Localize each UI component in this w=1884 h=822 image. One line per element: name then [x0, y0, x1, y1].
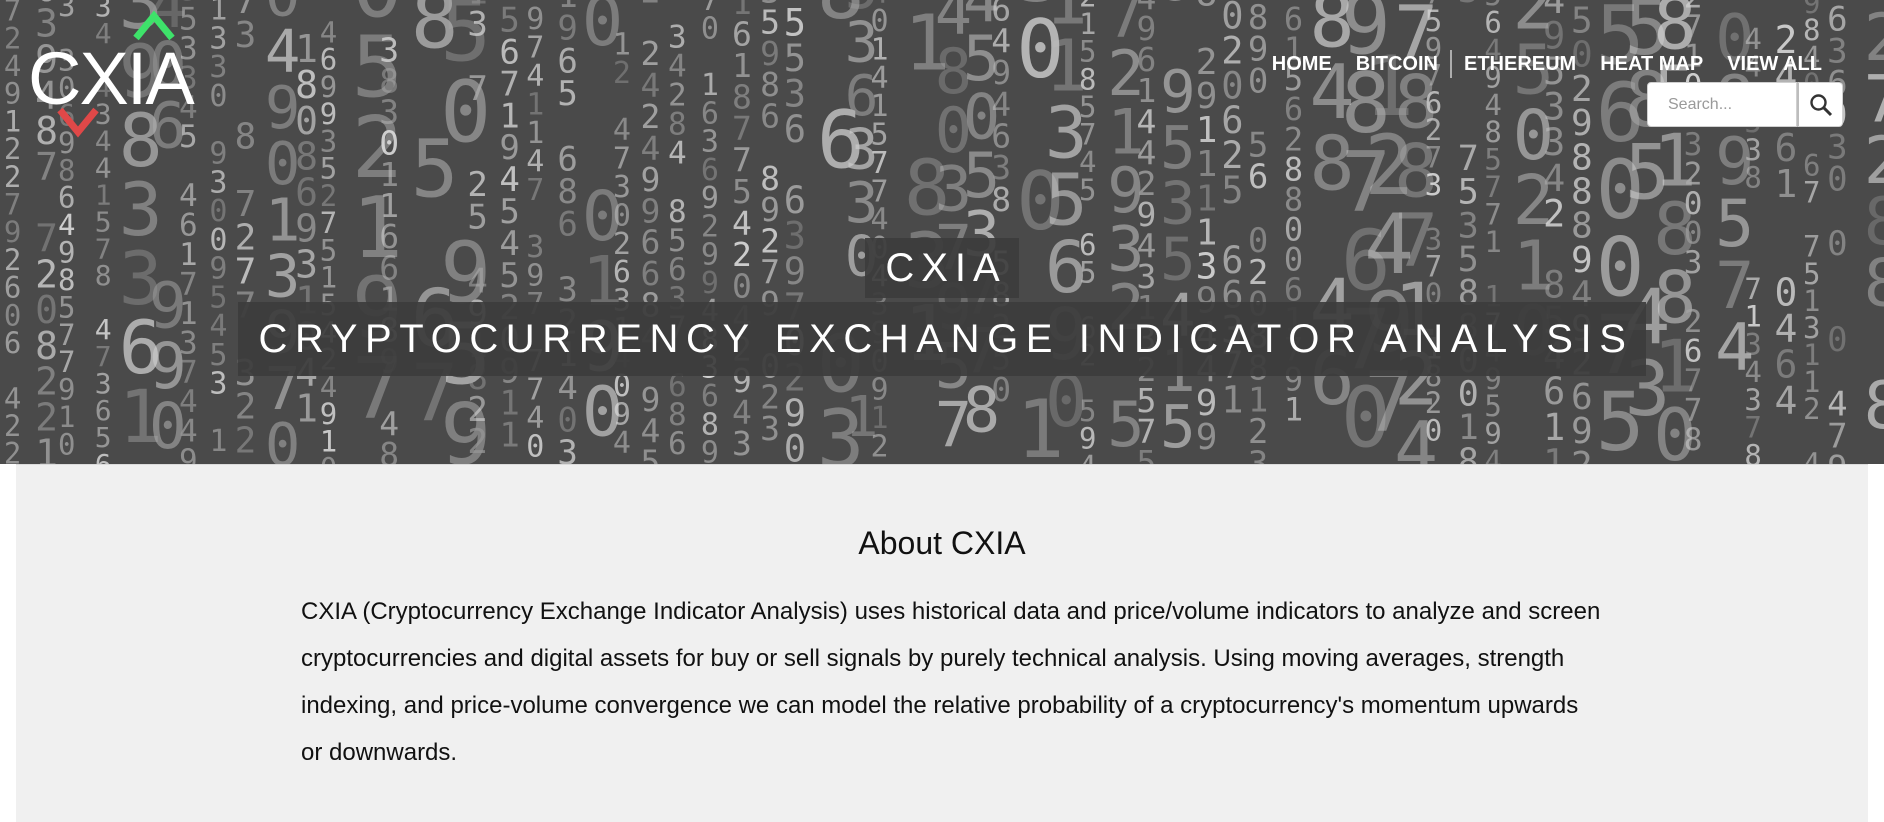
svg-text:6: 6 — [760, 96, 780, 135]
svg-text:9: 9 — [1160, 0, 1196, 14]
svg-text:4: 4 — [1484, 444, 1501, 464]
hero-brand: CXIA — [865, 238, 1019, 298]
svg-text:9: 9 — [613, 0, 631, 6]
svg-text:1: 1 — [209, 424, 227, 459]
nav-home[interactable]: HOME — [1260, 50, 1344, 78]
hero-banner: 8724912279260642203948772082210330698649… — [0, 0, 1884, 464]
svg-text:0: 0 — [526, 430, 544, 464]
search-box — [1647, 82, 1843, 127]
svg-text:8: 8 — [1196, 0, 1218, 15]
search-icon — [1809, 93, 1832, 116]
search-button[interactable] — [1797, 82, 1843, 127]
svg-text:2: 2 — [1543, 192, 1565, 235]
svg-text:8: 8 — [1744, 438, 1761, 464]
svg-text:5: 5 — [1160, 392, 1196, 461]
svg-text:7: 7 — [1803, 176, 1820, 210]
svg-text:3: 3 — [1458, 0, 1479, 11]
svg-text:5: 5 — [1079, 173, 1096, 207]
svg-text:9: 9 — [1196, 417, 1218, 458]
svg-text:0: 0 — [784, 427, 806, 464]
svg-text:5: 5 — [467, 197, 487, 237]
svg-text:2: 2 — [467, 422, 487, 462]
svg-text:2: 2 — [1803, 392, 1820, 426]
svg-text:5: 5 — [1137, 443, 1157, 464]
svg-text:1: 1 — [295, 386, 318, 430]
svg-text:4: 4 — [613, 426, 631, 461]
svg-text:8: 8 — [1864, 369, 1884, 444]
svg-text:0: 0 — [58, 428, 75, 462]
svg-text:1: 1 — [1775, 162, 1798, 206]
svg-text:0: 0 — [320, 452, 337, 465]
svg-text:3: 3 — [760, 409, 780, 448]
svg-text:8: 8 — [235, 116, 257, 157]
svg-text:5: 5 — [1221, 169, 1243, 212]
svg-text:4: 4 — [1775, 379, 1798, 423]
nav-view-all[interactable]: VIEW ALL — [1715, 50, 1834, 78]
svg-text:6: 6 — [784, 108, 806, 151]
search-input[interactable] — [1647, 82, 1797, 127]
svg-text:6: 6 — [668, 426, 687, 462]
svg-text:7: 7 — [467, 69, 487, 109]
svg-text:3: 3 — [1425, 168, 1442, 202]
svg-text:9: 9 — [1827, 449, 1847, 465]
svg-text:0: 0 — [209, 79, 227, 114]
main-nav: HOME BITCOIN ETHEREUM HEAT MAP VIEW ALL — [1260, 50, 1834, 78]
svg-text:2: 2 — [613, 56, 631, 91]
up-arrow-icon — [133, 10, 175, 41]
svg-text:3: 3 — [467, 5, 487, 45]
nav-ethereum[interactable]: ETHEREUM — [1449, 50, 1588, 78]
about-body: CXIA (Cryptocurrency Exchange Indicator … — [301, 598, 1601, 766]
svg-text:3: 3 — [235, 15, 257, 56]
svg-text:0: 0 — [1425, 414, 1442, 448]
svg-text:4: 4 — [1803, 446, 1820, 464]
svg-text:3: 3 — [732, 424, 752, 463]
svg-text:0: 0 — [1827, 160, 1847, 200]
svg-text:3: 3 — [557, 433, 577, 464]
svg-text:2: 2 — [641, 0, 661, 10]
svg-text:1: 1 — [499, 416, 519, 456]
svg-text:5: 5 — [641, 443, 661, 464]
svg-text:1: 1 — [1221, 378, 1243, 421]
svg-text:9: 9 — [701, 436, 719, 464]
svg-text:2: 2 — [1571, 445, 1593, 464]
svg-text:2: 2 — [235, 421, 257, 462]
svg-text:8: 8 — [991, 180, 1011, 219]
about-heading: About CXIA — [858, 525, 1026, 561]
svg-text:0: 0 — [379, 0, 399, 7]
svg-text:9: 9 — [179, 443, 198, 464]
svg-text:7: 7 — [35, 145, 58, 189]
svg-text:2: 2 — [4, 437, 21, 464]
svg-text:0: 0 — [701, 11, 719, 46]
logo-text: CXIA — [28, 37, 195, 120]
svg-text:1: 1 — [1284, 390, 1303, 428]
svg-text:6: 6 — [1248, 157, 1268, 197]
svg-text:8: 8 — [1744, 161, 1761, 195]
svg-text:4: 4 — [1079, 449, 1096, 464]
about-section: About CXIA CXIA (Cryptocurrency Exchange… — [16, 464, 1868, 822]
nav-heat-map[interactable]: HEAT MAP — [1588, 50, 1715, 78]
svg-text:4: 4 — [668, 136, 687, 172]
svg-text:7: 7 — [526, 173, 544, 208]
svg-text:2: 2 — [871, 429, 889, 464]
svg-text:8: 8 — [379, 435, 399, 464]
nav-bitcoin[interactable]: BITCOIN — [1344, 50, 1450, 78]
hero-tagline: CRYPTOCURRENCY EXCHANGE INDICATOR ANALYS… — [238, 302, 1646, 376]
logo[interactable]: CXIA — [28, 10, 208, 140]
svg-text:1: 1 — [35, 431, 58, 464]
svg-text:6: 6 — [95, 448, 112, 464]
svg-text:8: 8 — [1684, 422, 1703, 458]
svg-text:0: 0 — [991, 370, 1011, 409]
svg-text:5: 5 — [557, 74, 577, 114]
svg-text:3: 3 — [1248, 444, 1268, 464]
svg-text:8: 8 — [1458, 442, 1479, 464]
svg-text:1: 1 — [1543, 441, 1565, 464]
